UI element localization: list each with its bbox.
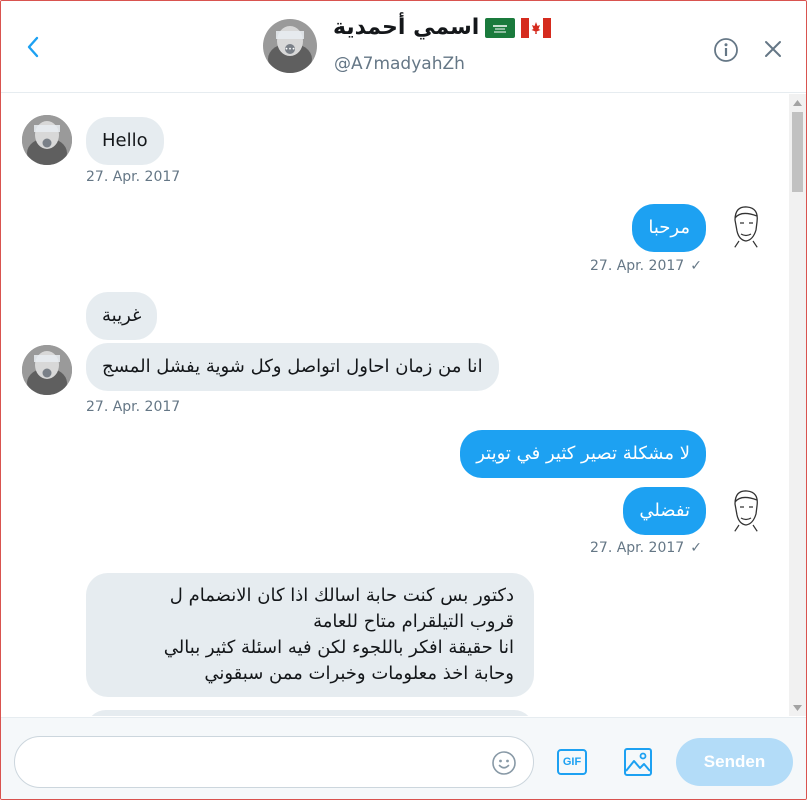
read-check-icon: ✓: [690, 258, 702, 274]
conversation-title: اسمي أحمدية: [333, 15, 480, 40]
emoji-button[interactable]: [491, 750, 517, 776]
canada-flag-icon: [521, 17, 552, 38]
conversation-handle: @A7madyahZh: [334, 54, 465, 74]
header-avatar[interactable]: •••: [263, 19, 317, 73]
image-button[interactable]: [623, 747, 653, 777]
scroll-down-arrow[interactable]: [789, 699, 806, 716]
message-bubble-incoming[interactable]: غريبة: [86, 292, 158, 340]
message-timestamp: 27. Apr. 2017: [86, 169, 181, 185]
title-row: اسمي أحمدية: [333, 15, 552, 40]
message-timestamp: 27. Apr. 2017 ✓: [590, 258, 702, 274]
image-icon: [624, 748, 652, 776]
message-bubble-incoming[interactable]: Hello: [86, 117, 164, 165]
close-button[interactable]: [761, 37, 785, 61]
message-bubble-incoming[interactable]: انا من زمان احاول اتواصل وكل شوية يفشل ا…: [86, 343, 499, 391]
dm-window: ••• اسمي أحمدية @A7madyahZh Hello 27. Ap…: [0, 0, 807, 800]
message-timestamp: 27. Apr. 2017: [86, 399, 181, 415]
conversation-scrollbar[interactable]: [789, 94, 806, 716]
message-bubble-outgoing[interactable]: تفضلي: [623, 487, 706, 535]
close-icon: [765, 41, 781, 57]
message-line: دكتور بس كنت حابة اسالك اذا كان الانضمام…: [169, 585, 514, 606]
emoji-icon: [492, 751, 516, 775]
chevron-left-icon: [27, 36, 39, 58]
message-list[interactable]: Hello 27. Apr. 2017 مرحبا 27. Apr. 2017 ✓…: [1, 94, 789, 716]
gif-button[interactable]: GIF: [557, 749, 587, 775]
sender-avatar[interactable]: [22, 115, 72, 165]
message-bubble-outgoing[interactable]: لا مشكلة تصير كثير في تويتر: [460, 430, 706, 478]
message-composer: GIF Senden: [1, 717, 806, 799]
svg-text:•••: •••: [285, 46, 296, 53]
send-button[interactable]: Senden: [676, 738, 793, 786]
own-avatar[interactable]: [721, 200, 771, 250]
message-bubble-incoming[interactable]: دكتور بس كنت حابة اسالك اذا كان الانضمام…: [86, 573, 534, 697]
scroll-up-arrow[interactable]: [789, 94, 806, 111]
message-timestamp: 27. Apr. 2017 ✓: [590, 540, 702, 556]
info-icon: [714, 38, 738, 62]
scrollbar-thumb[interactable]: [792, 112, 803, 192]
sender-avatar[interactable]: [22, 345, 72, 395]
message-bubble-incoming-partial[interactable]: [86, 710, 534, 716]
read-check-icon: ✓: [690, 540, 702, 556]
message-input[interactable]: [14, 736, 534, 788]
message-line: وحابة اخذ معلومات وخبرات ممن سبقوني: [204, 663, 514, 684]
message-bubble-outgoing[interactable]: مرحبا: [632, 204, 706, 252]
info-button[interactable]: [713, 37, 739, 63]
conversation-header: ••• اسمي أحمدية @A7madyahZh: [1, 1, 806, 93]
back-button[interactable]: [19, 31, 47, 63]
saudi-flag-icon: [485, 17, 516, 38]
message-line: قروب التيلقرام متاح للعامة: [313, 611, 514, 632]
own-avatar[interactable]: [721, 484, 771, 534]
message-line: انا حقيقة افكر باللجوء لكن فيه اسئلة كثي…: [163, 637, 514, 658]
